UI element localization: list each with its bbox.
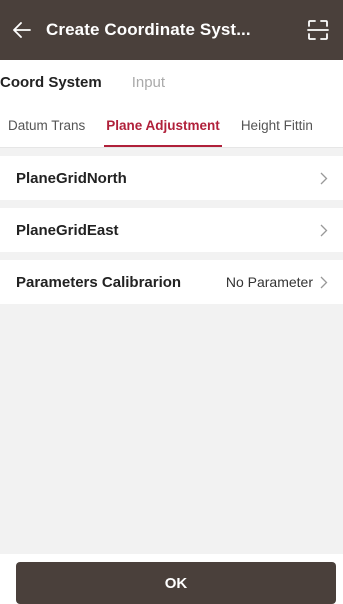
sub-tab-bar: Datum Trans Plane Adjustment Height Fitt…: [0, 104, 343, 148]
arrow-left-icon: [13, 22, 31, 38]
tab-plane-adjustment[interactable]: Plane Adjustment: [94, 104, 232, 147]
row-label: PlaneGridNorth: [16, 169, 127, 187]
row-value: No Parameter: [225, 274, 313, 290]
chevron-right-icon: [319, 223, 329, 237]
chevron-right-icon: [319, 171, 329, 185]
row-plane-grid-north[interactable]: PlaneGridNorth: [0, 156, 343, 200]
row-plane-grid-east[interactable]: PlaneGridEast: [0, 208, 343, 252]
row-label: PlaneGridEast: [16, 221, 119, 239]
tab-height-fitting[interactable]: Height Fittin: [232, 104, 322, 147]
row-parameters-calibration[interactable]: Parameters Calibrarion No Parameter: [0, 260, 343, 304]
chevron-right-icon: [319, 275, 329, 289]
scan-button[interactable]: [293, 0, 343, 60]
app-screen: Create Coordinate Syst... Coord System I…: [0, 0, 343, 604]
row-label: Parameters Calibrarion: [16, 273, 182, 291]
tab-label: Height Fittin: [240, 118, 313, 133]
tab-input[interactable]: Input: [132, 74, 165, 91]
settings-list: PlaneGridNorth PlaneGridEast Parameters …: [0, 156, 343, 312]
tab-datum-trans[interactable]: Datum Trans: [0, 104, 94, 147]
tab-label: Datum Trans: [8, 118, 86, 133]
header-bar: Create Coordinate Syst...: [0, 0, 343, 60]
active-tab-underline: [104, 145, 222, 147]
page-title: Create Coordinate Syst...: [46, 20, 251, 39]
tab-label: Plane Adjustment: [106, 118, 220, 133]
scan-icon: [307, 20, 329, 40]
top-tab-bar: Coord System Input: [0, 60, 343, 104]
bottom-bar: OK: [0, 554, 343, 604]
tab-coord-system[interactable]: Coord System: [0, 74, 102, 91]
ok-button[interactable]: OK: [16, 562, 336, 604]
back-button[interactable]: [0, 0, 44, 60]
